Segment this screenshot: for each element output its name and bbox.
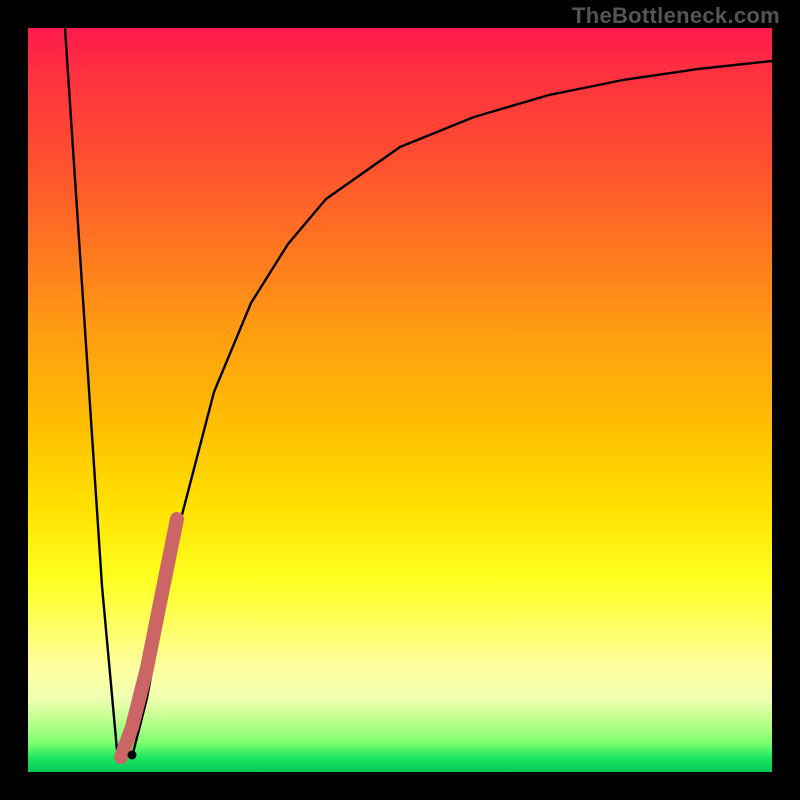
highlight-segment [121,519,177,757]
watermark-text: TheBottleneck.com [572,3,780,29]
curve-minimum-dot [128,751,137,760]
chart-svg [28,28,772,772]
bottleneck-curve [65,28,772,757]
plot-area [28,28,772,772]
chart-frame: TheBottleneck.com [0,0,800,800]
